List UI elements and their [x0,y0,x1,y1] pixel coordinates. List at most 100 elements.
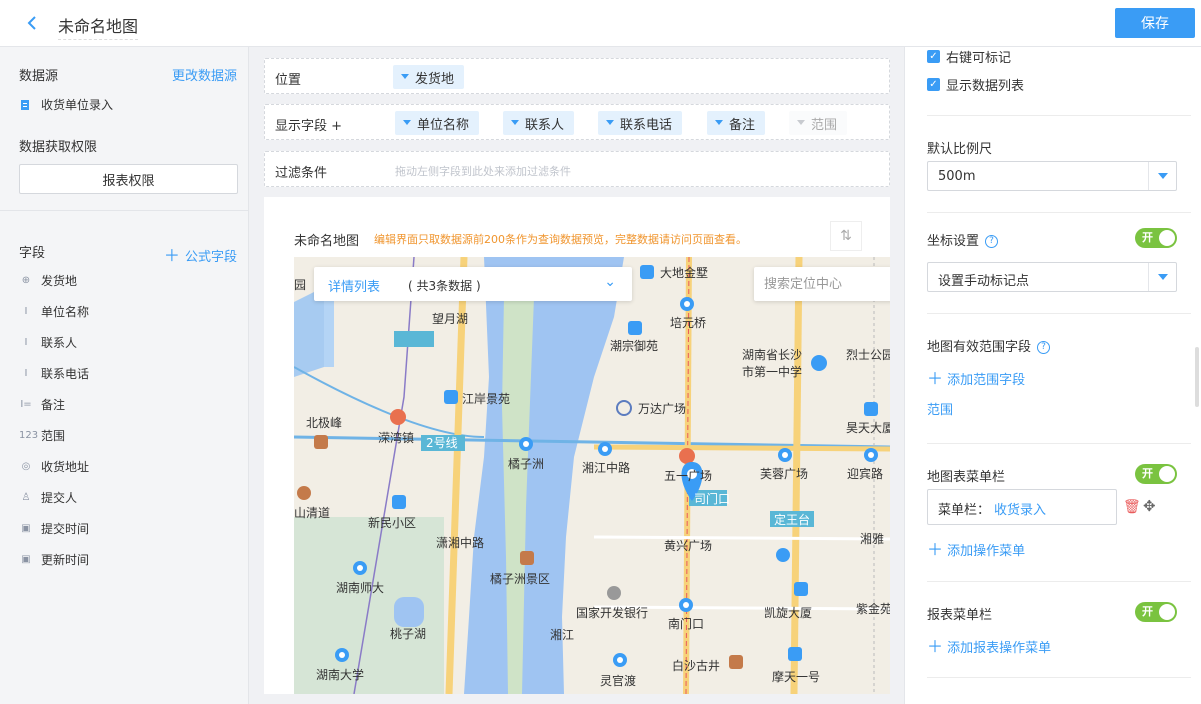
dropdown-arrow-icon [1148,263,1176,291]
display-pill[interactable]: 联系电话 [598,111,683,135]
display-pill[interactable]: 联系人 [503,111,575,135]
double-chevron-down-icon[interactable]: ⌄ [604,274,616,290]
search-center-input[interactable] [754,267,890,301]
field-item[interactable]: I 联系电话 [19,363,90,383]
help-icon[interactable]: ? [1037,341,1051,354]
field-item[interactable]: ♙ 提交人 [19,487,78,507]
help-icon[interactable]: ? [985,235,999,248]
field-label: 提交时间 [41,521,90,536]
field-item[interactable]: 123 范围 [19,425,65,445]
plus-icon: ＋ [163,246,185,265]
field-item[interactable]: ▣ 更新时间 [19,549,89,569]
move-icon[interactable]: ✥ [1143,497,1156,515]
field-type-icon: ◎ [21,460,31,472]
top-bar: 未命名地图 保存 [0,0,1201,47]
display-fields-label[interactable]: 显示字段 + [275,115,342,134]
map-label: 大地金墅 [660,265,708,280]
checkbox-checked-icon: ✓ [927,50,940,63]
field-type-icon: ▣ [21,522,31,534]
field-label: 更新时间 [41,552,90,567]
position-label: 位置 [275,73,302,88]
field-item[interactable]: I 联系人 [19,332,78,352]
map-graphic: 大地金墅 培元桥 潮宗御苑 湖南省长沙 市第一中学 烈士公园 万达广场 昊天大厦… [294,257,890,694]
field-type-icon: 123 [19,429,39,441]
report-permission-button[interactable]: 报表权限 [19,164,238,194]
scrollbar[interactable] [1195,347,1199,407]
field-label: 备注 [41,397,66,412]
back-arrow-icon[interactable] [24,15,40,31]
map-canvas[interactable]: 大地金墅 培元桥 潮宗御苑 湖南省长沙 市第一中学 烈士公园 万达广场 昊天大厦… [294,257,890,694]
range-field-link[interactable]: 范围 [927,399,953,418]
document-icon [21,99,29,110]
field-item[interactable]: I 单位名称 [19,301,90,321]
plus-icon: ＋ [927,637,944,656]
add-formula-field-link[interactable]: ＋ 公式字段 [164,242,237,266]
filter-hint: 拖动左侧字段到此处来添加过滤条件 [395,165,571,178]
datasource-item[interactable]: 收货单位录入 [19,96,113,113]
field-item[interactable]: I= 备注 [19,394,65,414]
sort-icon[interactable]: ⇅ [830,221,862,251]
coord-label-text: 坐标设置 [927,234,980,249]
field-type-icon: I [24,305,28,317]
menu-toggle[interactable]: 开 [1135,464,1177,484]
add-range-label: 添加范围字段 [947,373,1026,388]
display-pill[interactable]: 单位名称 [395,111,480,135]
add-report-menu-link[interactable]: ＋ 添加报表操作菜单 [927,633,1051,657]
menu-item-value[interactable]: 收货录入 [994,499,1046,518]
fields-label: 字段 [19,246,46,261]
field-type-icon: ♙ [21,491,31,503]
map-label: 橘子洲景区 [490,571,550,586]
display-pill[interactable]: 备注 [707,111,766,135]
position-dropzone[interactable]: 位置 发货地 [264,58,890,94]
field-item[interactable]: ▣ 提交时间 [19,518,89,538]
show-data-list-checkbox[interactable]: ✓ 显示数据列表 [927,75,1024,94]
field-item[interactable]: ⊕ 发货地 [19,270,77,290]
map-title[interactable]: 未命名地图 [58,13,139,40]
change-datasource-link[interactable]: 更改数据源 [172,65,237,84]
field-item[interactable]: ◎ 收货地址 [19,456,89,476]
map-label: 南门口 [668,616,704,631]
map-label: 望月湖 [432,311,468,326]
trash-icon[interactable]: 🗑 [1123,499,1141,515]
map-label: 北极峰 [306,416,342,430]
map-label: 潇湘中路 [436,535,484,550]
right-click-mark-checkbox[interactable]: ✓ 右键可标记 [927,47,1011,66]
field-label: 单位名称 [41,304,90,319]
checkbox-label: 显示数据列表 [946,79,1025,94]
report-menu-toggle[interactable]: 开 [1135,602,1177,622]
detail-list-title[interactable]: 详情列表 [328,276,380,295]
display-fields-dropzone[interactable]: 显示字段 + 单位名称 联系人 联系电话 备注 范围 [264,104,890,140]
map-preview: 未命名地图 编辑界面只取数据源前200条作为查询数据预览，完整数据请访问页面查看… [264,197,890,694]
map-label: 市第一中学 [742,364,802,379]
datasource-label: 数据源 [19,69,59,84]
map-label: 2号线 [426,436,458,450]
map-label: 迎宾路 [847,466,883,481]
field-label: 提交人 [41,490,78,505]
scale-label: 默认比例尺 [927,142,993,157]
filter-dropzone[interactable]: 过滤条件 拖动左侧字段到此处来添加过滤条件 [264,151,890,187]
add-operation-menu-link[interactable]: ＋ 添加操作菜单 [927,536,1025,560]
menu-item-box[interactable]: 菜单栏： 收货录入 [927,489,1117,525]
report-menu-label: 报表菜单栏 [927,608,993,623]
display-pill[interactable]: 范围 [789,111,848,135]
scale-select[interactable]: 500m [927,161,1177,191]
coord-toggle[interactable]: 开 [1135,228,1177,248]
position-pill[interactable]: 发货地 [393,65,465,89]
scale-value: 500m [938,169,976,184]
divider [927,581,1191,582]
plus-icon: ＋ [927,540,944,559]
detail-list-panel[interactable]: 详情列表 ( 共3条数据 ) ⌄ [314,267,632,301]
formula-field-label: 公式字段 [184,250,237,265]
add-range-field-link[interactable]: ＋ 添加范围字段 [927,365,1025,389]
save-button[interactable]: 保存 [1115,8,1195,38]
preview-warning: 编辑界面只取数据源前200条作为查询数据预览，完整数据请访问页面查看。 [374,233,747,246]
map-label: 万达广场 [638,402,686,416]
field-type-icon: I= [20,398,32,410]
map-label: 湖南省长沙 [742,347,802,362]
map-label: 国家开发银行 [576,605,648,620]
coord-select[interactable]: 设置手动标记点 [927,262,1177,292]
map-label: 培元桥 [670,315,706,330]
field-type-icon: I [24,336,28,348]
coord-label: 坐标设置? [927,230,999,249]
range-label-text: 地图有效范围字段 [927,340,1032,355]
